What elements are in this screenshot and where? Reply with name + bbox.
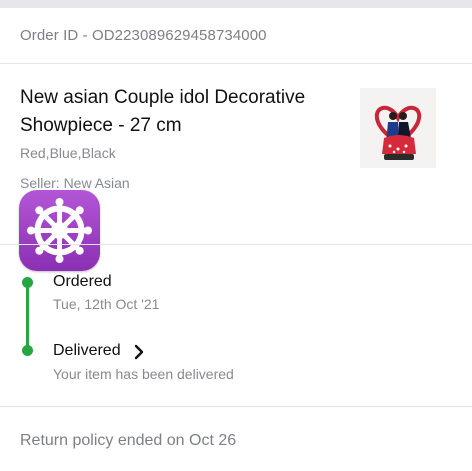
order-id: Order ID - OD223089629458734000 <box>20 27 267 44</box>
product-variant: Red,Blue,Black <box>20 145 116 161</box>
divider <box>0 406 472 407</box>
product-title[interactable]: New asian Couple idol Decorative Showpie… <box>20 84 350 140</box>
step-ordered-date: Tue, 12th Oct '21 <box>53 296 160 312</box>
couple-figurine-icon <box>360 88 436 168</box>
divider <box>0 63 472 64</box>
step-delivered-title[interactable]: Delivered <box>53 342 121 360</box>
dharma-wheel-glyph <box>27 198 92 263</box>
order-details-page: Order ID - OD223089629458734000 New asia… <box>0 0 472 471</box>
top-band <box>0 0 472 8</box>
return-policy-text: Return policy ended on Oct 26 <box>20 432 237 449</box>
chevron-right-icon[interactable] <box>133 344 145 360</box>
wheel-of-dharma-icon <box>19 190 100 271</box>
divider <box>0 244 472 245</box>
step-ordered-title: Ordered <box>53 273 112 290</box>
seller-name: Seller: New Asian <box>20 175 130 191</box>
timeline-dot-ordered <box>22 277 33 288</box>
step-delivered-status: Your item has been delivered <box>53 366 234 382</box>
timeline-line <box>26 283 29 351</box>
timeline-dot-delivered <box>22 345 33 356</box>
product-image[interactable] <box>360 88 436 168</box>
